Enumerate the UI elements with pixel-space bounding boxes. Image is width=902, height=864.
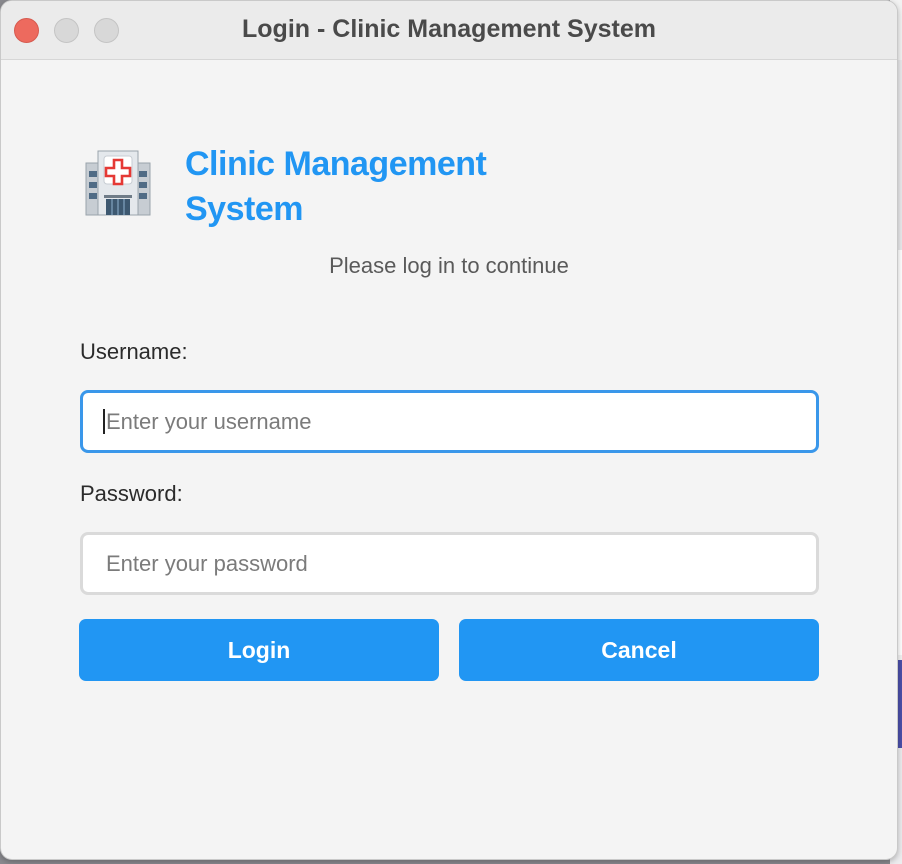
app-title: Clinic Management System bbox=[185, 145, 487, 228]
login-button[interactable]: Login bbox=[79, 619, 439, 681]
login-subtitle: Please log in to continue bbox=[329, 253, 569, 278]
hospital-icon bbox=[85, 150, 151, 216]
username-label: Username: bbox=[80, 339, 188, 364]
title-bar[interactable]: Login - Clinic Management System bbox=[1, 1, 897, 60]
password-label: Password: bbox=[80, 481, 183, 506]
username-input[interactable] bbox=[80, 390, 819, 453]
cancel-button[interactable]: Cancel bbox=[459, 619, 819, 681]
password-input[interactable] bbox=[80, 532, 819, 595]
window-title: Login - Clinic Management System bbox=[242, 15, 656, 43]
login-window: Login - Clinic Management System Clinic … bbox=[0, 0, 898, 860]
text-cursor bbox=[103, 409, 105, 434]
